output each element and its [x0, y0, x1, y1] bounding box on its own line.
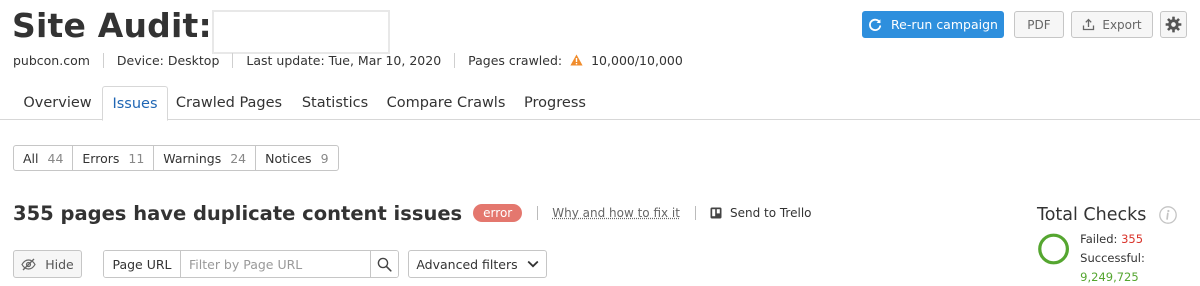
filter-warnings-label: Warnings	[163, 150, 222, 166]
filter-warnings-count: 24	[230, 150, 247, 166]
total-checks-title: Total Checks	[1037, 205, 1147, 225]
successful-value: 9,249,725	[1080, 270, 1139, 284]
tab-statistics[interactable]: Statistics	[290, 86, 380, 120]
issue-filter-group: All 44 Errors 11 Warnings 24 Notices 9	[13, 145, 339, 171]
tab-issues[interactable]: Issues	[102, 86, 168, 121]
project-name-placeholder	[211, 10, 390, 54]
export-label: Export	[1102, 17, 1142, 32]
tab-progress-label: Progress	[524, 95, 586, 111]
last-update-text: Last update: Tue, Mar 10, 2020	[246, 52, 442, 68]
failed-value: 355	[1121, 232, 1144, 246]
page-url-label: Page URL	[104, 251, 181, 277]
advanced-filters-label: Advanced filters	[416, 256, 518, 272]
hide-button[interactable]: Hide	[13, 250, 82, 278]
page-url-filter: Page URL	[103, 250, 399, 278]
successful-row: Successful: 9,249,725	[1080, 249, 1197, 286]
export-icon	[1082, 18, 1095, 31]
eye-slash-icon	[21, 258, 36, 271]
filter-notices-count: 9	[320, 150, 329, 166]
info-icon[interactable]	[1159, 206, 1178, 224]
filter-all-count: 44	[47, 150, 64, 166]
divider	[454, 52, 456, 68]
failed-row: Failed: 355	[1080, 230, 1197, 249]
hide-label: Hide	[45, 256, 74, 272]
divider	[537, 206, 539, 220]
chevron-down-icon	[527, 260, 539, 268]
meta-row: pubcon.com Device: Desktop Last update: …	[13, 52, 683, 68]
tab-issues-label: Issues	[112, 95, 158, 112]
issue-title: 355 pages have duplicate content issues	[13, 201, 463, 225]
divider	[232, 52, 234, 68]
filter-errors-label: Errors	[82, 150, 120, 166]
rerun-campaign-button[interactable]: Re-run campaign	[862, 11, 1004, 38]
advanced-filters-dropdown[interactable]: Advanced filters	[408, 250, 547, 278]
tab-crawled-pages[interactable]: Crawled Pages	[168, 86, 290, 120]
refresh-icon	[868, 18, 882, 32]
total-checks-stats: Failed: 355 Successful: 9,249,725	[1080, 230, 1197, 286]
filter-notices-label: Notices	[265, 150, 312, 166]
send-to-trello-button[interactable]: Send to Trello	[710, 206, 812, 220]
checks-donut-chart	[1038, 233, 1070, 265]
export-button[interactable]: Export	[1071, 11, 1153, 38]
pages-crawled: Pages crawled: 10,000/10,000	[468, 53, 683, 68]
total-checks-body: Failed: 355 Successful: 9,249,725	[1037, 231, 1197, 286]
tab-statistics-label: Statistics	[301, 95, 369, 111]
settings-button[interactable]	[1160, 11, 1187, 38]
pages-crawled-value: 10,000/10,000	[591, 52, 683, 68]
filter-all-label: All	[23, 150, 39, 166]
trello-icon	[710, 207, 722, 219]
pdf-label: PDF	[1027, 17, 1051, 32]
failed-label: Failed:	[1080, 232, 1118, 246]
tab-compare-crawls[interactable]: Compare Crawls	[380, 86, 512, 120]
filter-notices[interactable]: Notices 9	[256, 146, 337, 170]
why-how-to-fix-link[interactable]: Why and how to fix it	[552, 206, 680, 220]
gear-icon	[1165, 16, 1182, 33]
total-checks-panel: Total Checks Failed: 355 Successful: 9,2…	[1037, 202, 1197, 284]
divider	[694, 206, 696, 220]
search-button[interactable]	[370, 251, 398, 277]
filter-errors[interactable]: Errors 11	[73, 146, 155, 170]
tab-crawled-pages-label: Crawled Pages	[175, 95, 283, 111]
rerun-campaign-label: Re-run campaign	[891, 17, 998, 32]
pages-crawled-label: Pages crawled:	[468, 52, 563, 68]
tab-overview[interactable]: Overview	[12, 86, 103, 120]
filter-errors-count: 11	[128, 150, 145, 166]
controls-row: Hide Page URL Advanced filters	[13, 250, 547, 278]
search-input[interactable]	[181, 251, 370, 277]
total-checks-header: Total Checks	[1037, 202, 1197, 228]
pdf-button[interactable]: PDF	[1014, 11, 1064, 38]
error-badge: error	[473, 204, 523, 222]
divider	[102, 52, 104, 68]
send-to-trello-label: Send to Trello	[729, 206, 812, 220]
title-row: Site Audit:	[12, 6, 390, 54]
filter-warnings[interactable]: Warnings 24	[154, 146, 257, 170]
successful-label: Successful:	[1080, 251, 1145, 265]
issue-heading-row: 355 pages have duplicate content issues …	[13, 200, 812, 226]
warning-icon	[570, 54, 583, 66]
search-icon	[377, 257, 392, 272]
filter-all[interactable]: All 44	[14, 146, 74, 170]
page-title: Site Audit:	[12, 6, 212, 45]
device-text: Device: Desktop	[116, 52, 220, 68]
tab-progress[interactable]: Progress	[512, 86, 598, 120]
tab-overview-label: Overview	[23, 95, 92, 111]
tab-compare-crawls-label: Compare Crawls	[386, 95, 506, 111]
top-actions: Re-run campaign PDF Export	[862, 11, 1187, 38]
tab-bar: Overview Issues Crawled Pages Statistics…	[0, 86, 1200, 121]
domain-text: pubcon.com	[13, 52, 90, 68]
